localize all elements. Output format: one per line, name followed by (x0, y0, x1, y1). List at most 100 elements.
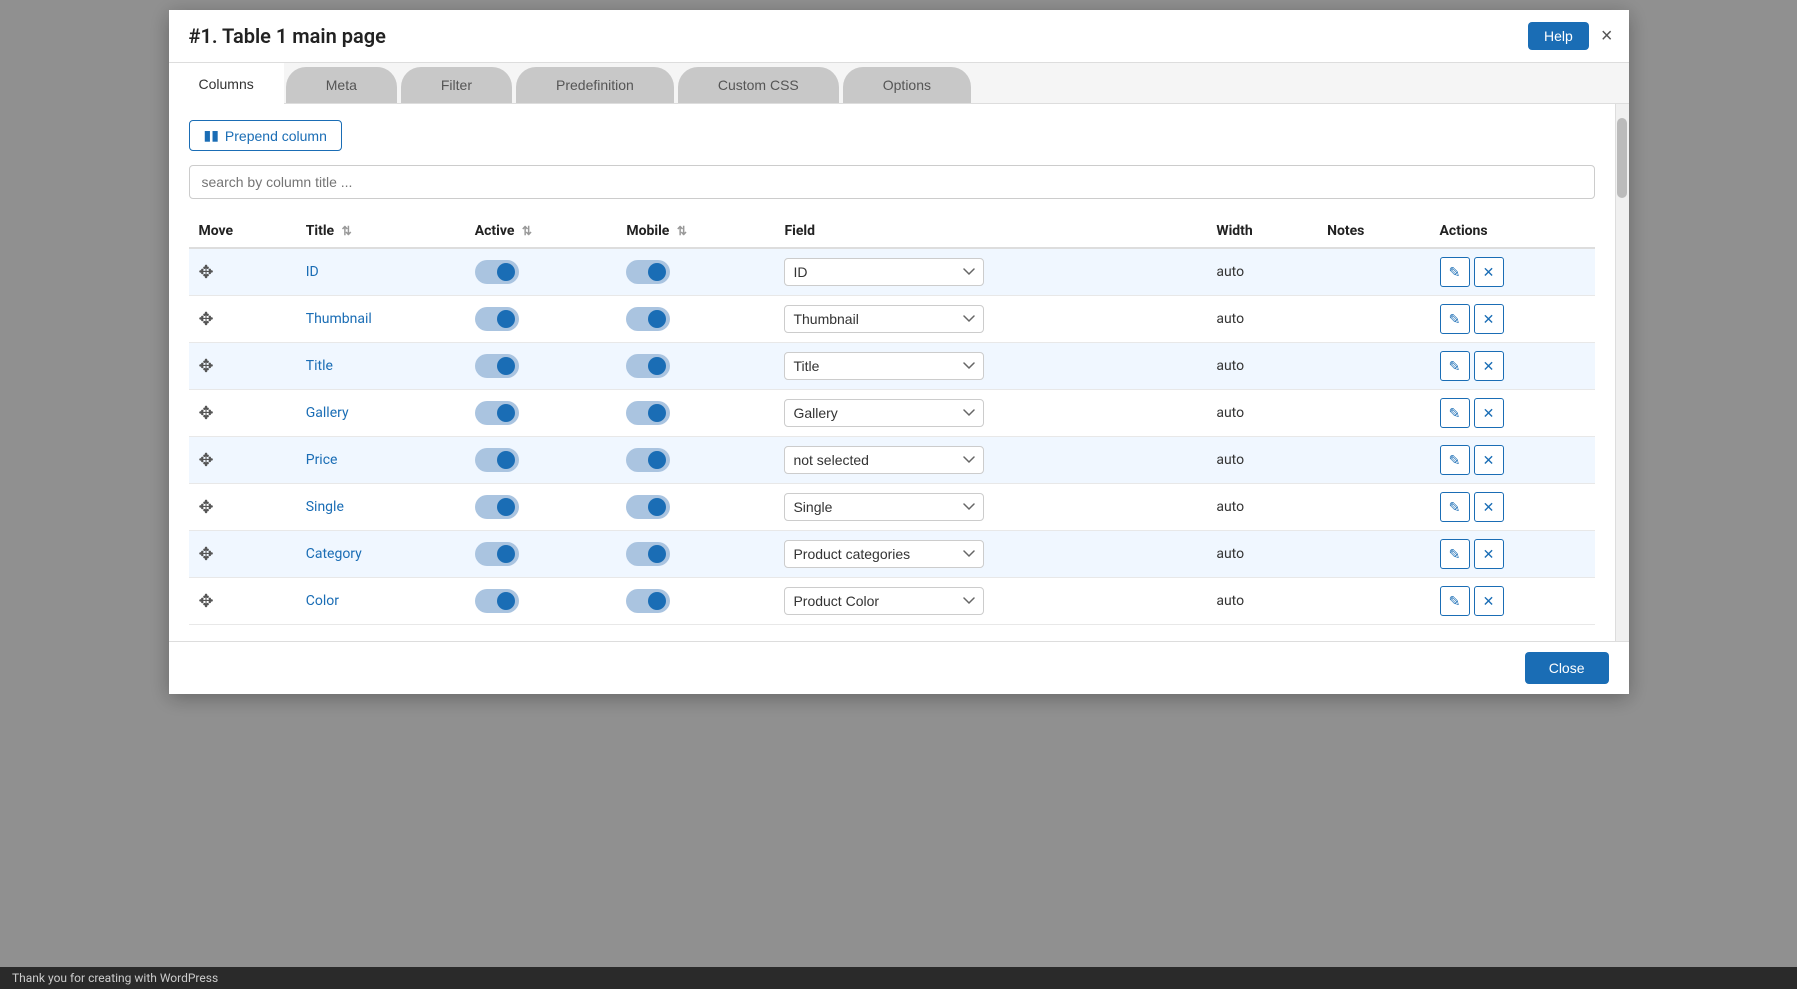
field-select[interactable]: IDThumbnailTitleGallerynot selectedSingl… (784, 540, 984, 568)
delete-button[interactable]: ✕ (1474, 398, 1504, 428)
table-row: ✥ Thumbnail IDThumbnailTitleGallerynot se… (189, 296, 1595, 343)
action-btns: ✎ ✕ (1440, 351, 1585, 381)
edit-button[interactable]: ✎ (1440, 351, 1470, 381)
field-select[interactable]: IDThumbnailTitleGallerynot selectedSingl… (784, 493, 984, 521)
field-select[interactable]: IDThumbnailTitleGallerynot selectedSingl… (784, 352, 984, 380)
table-row: ✥ Title IDThumbnailTitleGallerynot select… (189, 343, 1595, 390)
field-select[interactable]: IDThumbnailTitleGallerynot selectedSingl… (784, 399, 984, 427)
search-input[interactable] (189, 165, 1595, 199)
field-select[interactable]: IDThumbnailTitleGallerynot selectedSingl… (784, 305, 984, 333)
notes-cell (1317, 578, 1429, 625)
prepend-icon: ▮▮ (204, 127, 219, 144)
field-select[interactable]: IDThumbnailTitleGallerynot selectedSingl… (784, 446, 984, 474)
scrollable-area: ▮▮ Prepend column Move Title ⇅ Active ⇅ … (169, 104, 1629, 641)
edit-button[interactable]: ✎ (1440, 539, 1470, 569)
width-cell: auto (1206, 531, 1317, 578)
column-title-link[interactable]: Price (306, 452, 338, 468)
width-cell: auto (1206, 578, 1317, 625)
move-handle[interactable]: ✥ (199, 544, 214, 565)
active-toggle[interactable] (475, 401, 519, 425)
width-cell: auto (1206, 390, 1317, 437)
move-handle[interactable]: ✥ (199, 497, 214, 518)
action-btns: ✎ ✕ (1440, 539, 1585, 569)
active-toggle[interactable] (475, 307, 519, 331)
delete-button[interactable]: ✕ (1474, 539, 1504, 569)
mobile-toggle[interactable] (626, 448, 670, 472)
scroll-thumb[interactable] (1617, 118, 1627, 198)
column-title-link[interactable]: Single (306, 499, 344, 515)
table-row: ✥ Gallery IDThumbnailTitleGallerynot sele… (189, 390, 1595, 437)
edit-button[interactable]: ✎ (1440, 398, 1470, 428)
th-actions: Actions (1430, 215, 1595, 248)
notes-cell (1317, 437, 1429, 484)
column-title-link[interactable]: ID (306, 264, 319, 280)
prepend-column-button[interactable]: ▮▮ Prepend column (189, 120, 342, 151)
mobile-toggle[interactable] (626, 495, 670, 519)
tab-custom-css[interactable]: Custom CSS (678, 67, 839, 103)
edit-button[interactable]: ✎ (1440, 445, 1470, 475)
delete-button[interactable]: ✕ (1474, 492, 1504, 522)
table-row: ✥ Single IDThumbnailTitleGallerynot selec… (189, 484, 1595, 531)
edit-button[interactable]: ✎ (1440, 257, 1470, 287)
edit-button[interactable]: ✎ (1440, 586, 1470, 616)
delete-button[interactable]: ✕ (1474, 257, 1504, 287)
mobile-toggle[interactable] (626, 401, 670, 425)
modal-title: #1. Table 1 main page (189, 24, 386, 48)
table-row: ✥ Category IDThumbnailTitleGallerynot sel… (189, 531, 1595, 578)
field-select[interactable]: IDThumbnailTitleGallerynot selectedSingl… (784, 587, 984, 615)
field-select[interactable]: IDThumbnailTitleGallerynot selectedSingl… (784, 258, 984, 286)
active-toggle[interactable] (475, 354, 519, 378)
active-toggle[interactable] (475, 542, 519, 566)
width-cell: auto (1206, 484, 1317, 531)
mobile-toggle[interactable] (626, 354, 670, 378)
delete-button[interactable]: ✕ (1474, 445, 1504, 475)
move-handle[interactable]: ✥ (199, 450, 214, 471)
column-title-link[interactable]: Color (306, 593, 339, 609)
th-title[interactable]: Title ⇅ (296, 215, 465, 248)
edit-button[interactable]: ✎ (1440, 492, 1470, 522)
move-handle[interactable]: ✥ (199, 403, 214, 424)
modal-container: #1. Table 1 main page Help × Columns Met… (169, 10, 1629, 694)
columns-table: Move Title ⇅ Active ⇅ Mobile ⇅ Field Wid… (189, 215, 1595, 625)
move-handle[interactable]: ✥ (199, 309, 214, 330)
th-notes: Notes (1317, 215, 1429, 248)
active-toggle[interactable] (475, 260, 519, 284)
delete-button[interactable]: ✕ (1474, 304, 1504, 334)
th-mobile[interactable]: Mobile ⇅ (616, 215, 774, 248)
help-button[interactable]: Help (1528, 22, 1589, 50)
notes-cell (1317, 296, 1429, 343)
th-active[interactable]: Active ⇅ (465, 215, 617, 248)
mobile-toggle[interactable] (626, 589, 670, 613)
tab-predefinition[interactable]: Predefinition (516, 67, 674, 103)
tab-options[interactable]: Options (843, 67, 971, 103)
action-btns: ✎ ✕ (1440, 398, 1585, 428)
column-title-link[interactable]: Thumbnail (306, 311, 372, 327)
delete-button[interactable]: ✕ (1474, 351, 1504, 381)
close-button[interactable]: Close (1525, 652, 1609, 684)
tab-columns[interactable]: Columns (169, 63, 284, 104)
column-title-link[interactable]: Title (306, 358, 333, 374)
edit-button[interactable]: ✎ (1440, 304, 1470, 334)
close-x-button[interactable]: × (1601, 26, 1613, 46)
move-handle[interactable]: ✥ (199, 356, 214, 377)
scroll-track[interactable] (1615, 104, 1629, 641)
tab-meta[interactable]: Meta (286, 67, 397, 103)
modal-footer: Close (169, 641, 1629, 694)
column-title-link[interactable]: Category (306, 546, 362, 562)
bottom-bar: Thank you for creating with WordPress (0, 967, 1797, 989)
active-toggle[interactable] (475, 495, 519, 519)
action-btns: ✎ ✕ (1440, 586, 1585, 616)
active-toggle[interactable] (475, 448, 519, 472)
mobile-sort-icon: ⇅ (677, 224, 687, 238)
mobile-toggle[interactable] (626, 260, 670, 284)
tab-filter[interactable]: Filter (401, 67, 512, 103)
active-toggle[interactable] (475, 589, 519, 613)
title-sort-icon: ⇅ (342, 224, 352, 238)
mobile-toggle[interactable] (626, 307, 670, 331)
column-title-link[interactable]: Gallery (306, 405, 349, 421)
mobile-toggle[interactable] (626, 542, 670, 566)
delete-button[interactable]: ✕ (1474, 586, 1504, 616)
modal-header: #1. Table 1 main page Help × (169, 10, 1629, 63)
move-handle[interactable]: ✥ (199, 591, 214, 612)
move-handle[interactable]: ✥ (199, 262, 214, 283)
